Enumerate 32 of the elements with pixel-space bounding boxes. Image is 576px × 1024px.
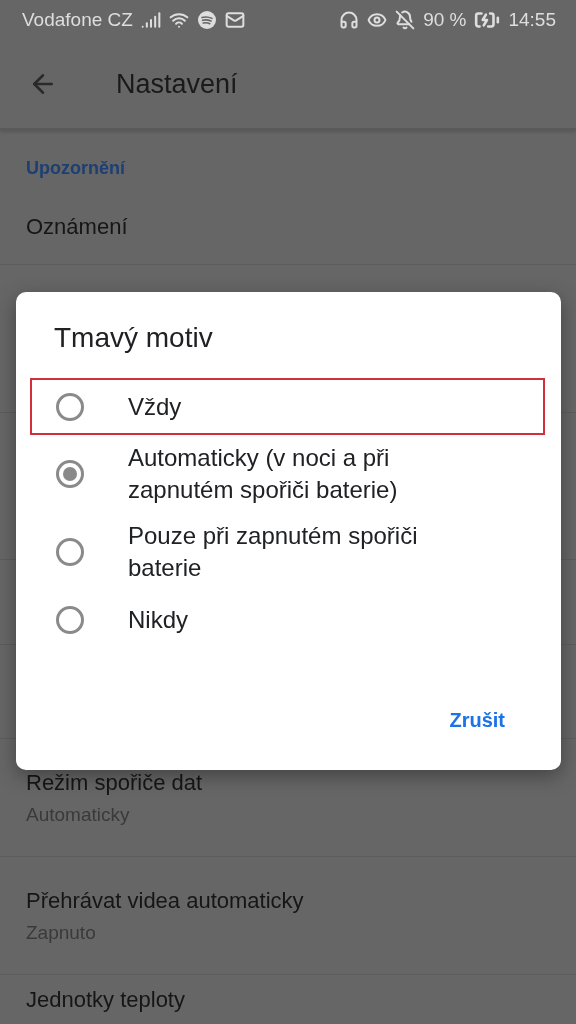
radio-option[interactable]: Pouze při zapnutém spořiči baterie — [30, 513, 545, 591]
headphones-icon — [339, 10, 360, 30]
item-title: Režim spořiče dat — [26, 769, 204, 796]
screen-title: Nastavení — [116, 68, 238, 100]
radio-option[interactable]: Nikdy — [30, 591, 545, 648]
eye-icon — [367, 10, 388, 30]
settings-item[interactable]: Oznámení — [0, 190, 576, 265]
item-title: Přehrávat videa automaticky — [26, 887, 305, 914]
radio-button[interactable] — [56, 460, 84, 488]
clock: 14:55 — [508, 9, 556, 31]
option-label: Automaticky (v noci a při zapnutém spořiči baterie) — [128, 443, 399, 505]
battery-percent: 90 % — [423, 9, 467, 31]
radio-button[interactable] — [56, 392, 84, 421]
dialog-title: Tmavý motiv — [53, 322, 214, 354]
option-label: Pouze při zapnutém spořiči baterie — [128, 521, 419, 583]
settings-item[interactable]: Jednotky teploty — [0, 975, 576, 1024]
radio-button[interactable] — [56, 605, 84, 634]
item-title: Oznámení — [26, 214, 129, 240]
music-app-icon — [196, 10, 217, 30]
bell-off-icon — [395, 10, 416, 30]
section-header: Upozornění — [26, 158, 125, 178]
option-label: Vždy — [128, 391, 182, 422]
mail-icon — [224, 10, 245, 30]
option-label: Nikdy — [128, 604, 188, 635]
item-title: Jednotky teploty — [26, 986, 186, 1013]
signal-icon — [140, 10, 161, 30]
cancel-button[interactable]: Zrušit — [439, 702, 515, 738]
wifi-icon — [168, 10, 189, 30]
radio-button[interactable] — [56, 538, 84, 566]
carrier-name: Vodafone CZ — [22, 9, 133, 31]
highlighted-option[interactable]: Vždy — [30, 378, 545, 435]
radio-option[interactable]: Automaticky (v noci a při zapnutém spořiči baterie) — [30, 435, 545, 513]
